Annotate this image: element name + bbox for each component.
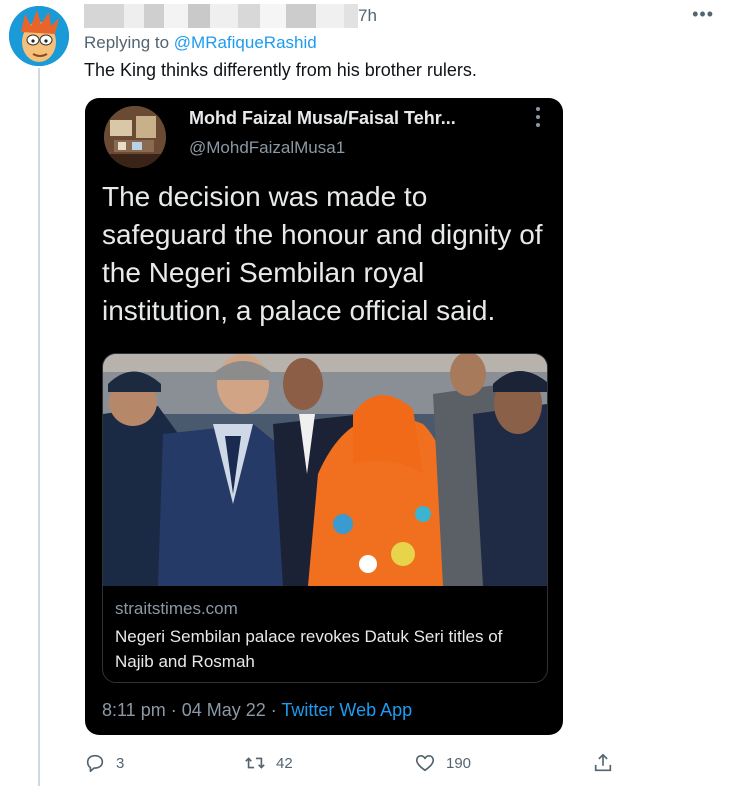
author-name-redacted[interactable] [84, 4, 358, 28]
quoted-avatar-image [104, 106, 166, 168]
reply-count: 3 [116, 754, 125, 772]
avatar[interactable] [9, 6, 69, 66]
retweet-icon [245, 757, 265, 769]
retweet-count: 42 [276, 754, 293, 772]
like-button[interactable]: 190 [414, 752, 471, 774]
quoted-more-icon [535, 106, 541, 128]
link-preview-card[interactable]: straitstimes.com Negeri Sembilan palace … [102, 353, 548, 683]
quoted-tweet-text: The decision was made to safeguard the h… [102, 181, 543, 326]
quoted-author-handle[interactable]: @MohdFaizalMusa1 [189, 138, 345, 158]
replying-handle-link[interactable]: @MRafiqueRashid [174, 33, 317, 52]
tweet-time[interactable]: 7h [358, 6, 377, 26]
link-title[interactable]: Negeri Sembilan palace revokes Datuk Ser… [115, 624, 535, 674]
like-count: 190 [446, 754, 472, 772]
replying-prefix: Replying to [84, 33, 174, 52]
quoted-author-name[interactable]: Mohd Faizal Musa/Faisal Tehr... [189, 108, 456, 129]
tweet-text: The King thinks differently from his bro… [84, 60, 477, 80]
reply-button[interactable]: 3 [84, 752, 124, 774]
retweet-button[interactable]: 42 [244, 752, 293, 774]
link-domain: straitstimes.com [115, 599, 238, 618]
thread-line [38, 68, 40, 786]
replying-to: Replying to @MRafiqueRashid [84, 33, 317, 53]
share-button[interactable] [592, 752, 614, 774]
news-photo [103, 354, 547, 586]
like-icon [415, 755, 435, 772]
avatar-image [9, 6, 69, 66]
action-bar: 3 42 190 [84, 752, 624, 780]
quoted-meta: 8:11 pm · 04 May 22 · Twitter Web App [102, 700, 412, 721]
reply-icon [86, 754, 104, 773]
quoted-timestamp[interactable]: 8:11 pm · 04 May 22 · [102, 700, 281, 720]
quoted-source[interactable]: Twitter Web App [281, 700, 412, 720]
share-icon [594, 753, 612, 772]
more-icon[interactable]: ••• [692, 4, 714, 25]
quoted-avatar[interactable] [104, 106, 166, 168]
quoted-tweet-image[interactable]: Mohd Faizal Musa/Faisal Tehr... @MohdFai… [85, 98, 563, 735]
